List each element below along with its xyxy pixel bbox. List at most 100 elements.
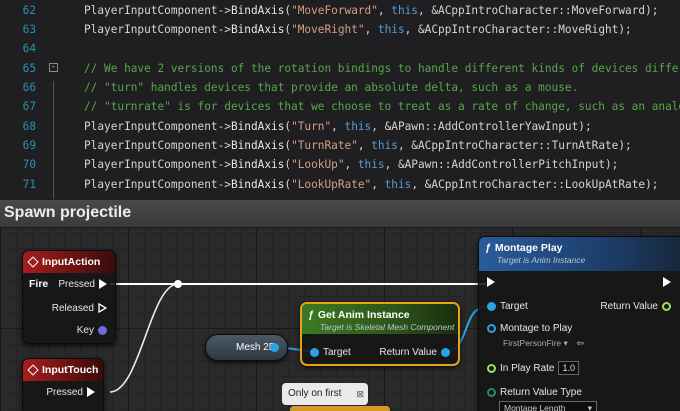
exec-pin-icon[interactable] — [487, 277, 495, 288]
return-value-pin[interactable]: Return Value — [600, 301, 671, 312]
code-token: , — [344, 158, 358, 172]
node-subtitle: Target is Skeletal Mesh Component — [320, 322, 455, 332]
code-token: , &APawn::AddControllerYawInput); — [371, 119, 592, 133]
pin-label: Target — [500, 301, 528, 312]
float-pin-icon[interactable] — [662, 301, 671, 311]
code-token: "MoveRight" — [291, 23, 365, 37]
key-pin[interactable]: Key — [77, 325, 107, 336]
struct-pin-icon[interactable] — [98, 325, 107, 335]
input-touch-node[interactable]: InputTouch Pressed — [22, 358, 104, 411]
code-line[interactable]: 66 // "turn" handles devices that provide… — [0, 78, 680, 97]
code-line[interactable]: 62 PlayerInputComponent->BindAxis("MoveFo… — [0, 1, 680, 20]
asset-dropdown[interactable]: FirstPersonFire ▾ — [499, 337, 572, 349]
event-diamond-icon — [27, 364, 39, 376]
input-action-fire-node[interactable]: InputAction Fire Pressed Released Key — [22, 250, 116, 344]
pin-icon[interactable]: ⊠ — [356, 383, 364, 405]
mesh-2p-variable-node[interactable]: Mesh 2P — [205, 334, 288, 361]
object-pin-icon[interactable] — [487, 301, 496, 311]
pressed-pin[interactable]: Pressed — [46, 387, 95, 398]
target-pin[interactable]: Target — [310, 347, 351, 358]
float-pin-icon[interactable] — [487, 363, 496, 373]
code-token: this — [344, 119, 372, 133]
code-token: this — [371, 138, 398, 152]
code-token: , — [357, 138, 372, 152]
line-number: 64 — [22, 42, 36, 56]
pin-label: Return Value Type — [500, 387, 582, 398]
get-anim-instance-node[interactable]: ƒ Get Anim Instance Target is Skeletal Me… — [300, 302, 460, 366]
object-pin-icon[interactable] — [441, 347, 450, 357]
exec-pin-icon[interactable] — [99, 279, 107, 290]
blueprint-graph[interactable]: Spawn projectile InputAction Fire Presse… — [0, 200, 680, 411]
code-token: "MoveForward" — [291, 3, 378, 17]
code-text: PlayerInputComponent->BindAxis("TurnRate… — [84, 136, 632, 155]
code-token: BindAxis — [230, 3, 285, 17]
function-icon: ƒ — [308, 309, 314, 321]
exec-pin-icon[interactable] — [87, 387, 95, 398]
code-line[interactable]: 68 PlayerInputComponent->BindAxis("Turn",… — [0, 117, 680, 136]
event-diamond-icon — [27, 256, 39, 268]
code-line[interactable]: 71 PlayerInputComponent->BindAxis("LookUp… — [0, 175, 680, 194]
code-line[interactable]: 70 PlayerInputComponent->BindAxis("LookUp… — [0, 155, 680, 174]
code-token: , — [331, 119, 345, 133]
code-editor[interactable]: 62 PlayerInputComponent->BindAxis("MoveFo… — [0, 0, 680, 200]
enum-dropdown[interactable]: Montage Length ▾ — [499, 401, 597, 411]
code-token: "LookUp" — [291, 158, 345, 172]
object-pin-icon[interactable] — [270, 343, 279, 352]
code-line[interactable]: 63 PlayerInputComponent->BindAxis("MoveRi… — [0, 20, 680, 39]
asset-name: FirstPersonFire — [503, 338, 562, 348]
return-value-type-pin[interactable]: Return Value Type — [487, 387, 582, 398]
code-token: BindAxis — [230, 138, 285, 152]
exec-out-pin[interactable] — [659, 277, 671, 288]
code-text: // "turnrate" is for devices that we cho… — [84, 97, 680, 116]
montage-to-play-pin[interactable]: Montage to Play — [487, 323, 572, 334]
pin-label: Return Value — [379, 347, 437, 358]
branch-node-header[interactable] — [290, 406, 390, 411]
code-token: PlayerInputComponent-> — [84, 177, 231, 191]
released-pin[interactable]: Released — [52, 303, 107, 314]
function-icon: ƒ — [485, 242, 491, 254]
line-number: 71 — [22, 177, 36, 191]
montage-play-node[interactable]: ƒ Montage Play Target is Anim Instance Ta… — [478, 236, 680, 411]
enum-pin-icon[interactable] — [487, 387, 496, 397]
exec-pin-empty-icon[interactable] — [98, 303, 107, 314]
pressed-pin[interactable]: Pressed — [58, 279, 107, 290]
code-token: , &ACppIntroCharacter::TurnAtRate); — [397, 138, 632, 152]
montage-asset-picker[interactable]: FirstPersonFire ▾ ⇦ — [499, 337, 584, 349]
target-pin[interactable]: Target — [487, 301, 528, 312]
return-value-pin[interactable]: Return Value — [379, 347, 450, 358]
code-token: // "turn" handles devices that provide a… — [84, 81, 579, 94]
node-header: ƒ Montage Play Target is Anim Instance — [479, 237, 680, 271]
pin-label: Key — [76, 325, 94, 336]
pin-label: Pressed — [46, 387, 83, 398]
return-value-type-select[interactable]: Montage Length ▾ — [499, 401, 597, 411]
comment-bubble[interactable]: Only on first touch ⊠ — [282, 383, 368, 411]
code-token: , &ACppIntroCharacter::LookUpAtRate); — [411, 177, 659, 191]
collapse-icon[interactable]: - — [49, 62, 58, 72]
code-token: this — [391, 3, 418, 17]
code-text: // We have 2 versions of the rotation bi… — [84, 59, 680, 78]
code-token: , — [371, 177, 385, 191]
line-number: 65 — [22, 61, 36, 75]
code-text: PlayerInputComponent->BindAxis("MoveForw… — [84, 1, 658, 20]
code-line[interactable]: 65 - // We have 2 versions of the rotation… — [0, 59, 680, 78]
code-token: PlayerInputComponent-> — [84, 138, 231, 152]
code-line[interactable]: 64 — [0, 39, 680, 58]
code-token: PlayerInputComponent-> — [84, 23, 231, 37]
object-pin-icon[interactable] — [487, 323, 496, 333]
exec-pin-icon[interactable] — [663, 277, 671, 288]
code-line[interactable]: 69 PlayerInputComponent->BindAxis("TurnRa… — [0, 136, 680, 155]
node-header: InputAction Fire — [23, 251, 115, 290]
object-pin-icon[interactable] — [310, 347, 319, 357]
line-number: 69 — [22, 138, 36, 152]
pin-label: Pressed — [58, 279, 95, 290]
exec-in-pin[interactable] — [487, 277, 495, 288]
code-text: PlayerInputComponent->BindAxis("MoveRigh… — [84, 20, 632, 39]
code-token: , &APawn::AddControllerPitchInput); — [384, 158, 619, 172]
line-number: 67 — [22, 100, 36, 114]
play-rate-input[interactable]: 1.0 — [558, 361, 579, 375]
node-header: ƒ Get Anim Instance Target is Skeletal Me… — [302, 304, 458, 334]
node-header: InputTouch — [23, 359, 103, 381]
in-play-rate-pin[interactable]: In Play Rate 1.0 — [487, 361, 579, 375]
browse-asset-icon[interactable]: ⇦ — [577, 338, 585, 348]
code-line[interactable]: 67 // "turnrate" is for devices that we c… — [0, 97, 680, 116]
